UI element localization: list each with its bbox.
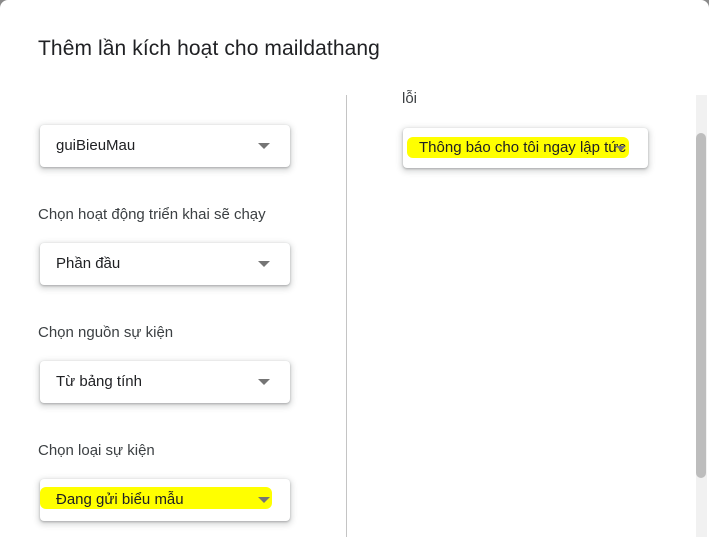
event-type-select[interactable]: Đang gửi biểu mẫu <box>40 479 290 521</box>
deployment-label: Chọn hoạt động triển khai sẽ chạy <box>38 206 266 223</box>
event-type-select-value: Đang gửi biểu mẫu <box>56 491 184 508</box>
add-trigger-dialog: Thêm lần kích hoạt cho maildathang guiBi… <box>0 0 709 559</box>
chevron-down-icon <box>616 146 626 151</box>
chevron-down-icon <box>258 261 270 267</box>
function-select-value: guiBieuMau <box>56 137 136 154</box>
scrollbar-thumb[interactable] <box>696 133 706 478</box>
event-source-label: Chọn nguồn sự kiện <box>38 324 174 341</box>
chevron-down-icon <box>258 379 270 385</box>
column-divider <box>346 95 347 537</box>
failure-notification-label: lỗi <box>402 90 418 107</box>
deployment-select[interactable]: Phần đầu <box>40 243 290 285</box>
event-type-label: Chọn loại sự kiện <box>38 442 155 459</box>
chevron-down-icon <box>258 143 270 149</box>
event-source-select[interactable]: Từ bảng tính <box>40 361 290 403</box>
dialog-title: Thêm lần kích hoạt cho maildathang <box>38 37 380 60</box>
event-source-select-value: Từ bảng tính <box>56 373 142 390</box>
failure-notification-select-value: Thông báo cho tôi ngay lập tức <box>419 139 626 156</box>
function-select[interactable]: guiBieuMau <box>40 125 290 167</box>
chevron-down-icon <box>258 497 270 503</box>
deployment-select-value: Phần đầu <box>56 255 121 272</box>
failure-notification-select[interactable]: Thông báo cho tôi ngay lập tức <box>403 128 648 168</box>
